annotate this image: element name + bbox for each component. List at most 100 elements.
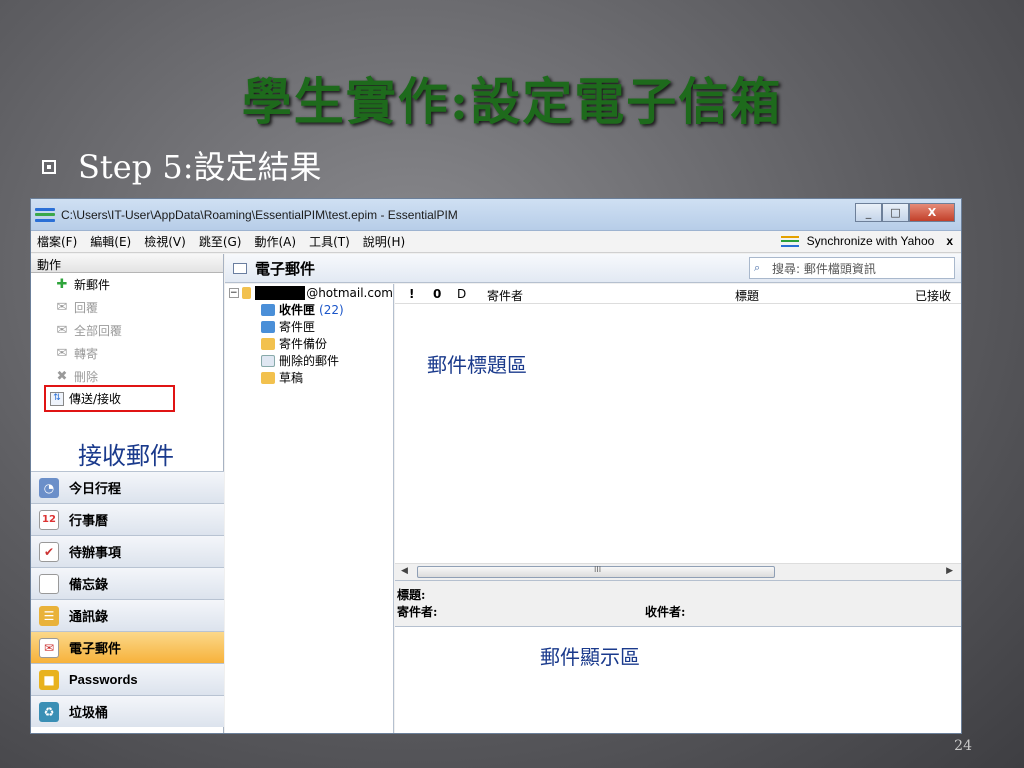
action-pane-header: 動作: [31, 254, 223, 273]
close-button[interactable]: X: [909, 203, 955, 222]
inbox-icon: [261, 303, 275, 316]
search-placeholder: 搜尋: 郵件檔頭資訊: [772, 261, 876, 276]
folder-tree: − @hotmail.com 收件匣 (22) 寄件匣 寄件備份 刪除的郵件 草…: [225, 284, 394, 733]
calendar-icon: 12: [39, 509, 59, 530]
nav-today[interactable]: ◔ 今日行程: [31, 471, 224, 503]
menu-edit[interactable]: 編輯(E): [90, 233, 131, 250]
nav-passwords-label: Passwords: [69, 672, 138, 687]
col-subject[interactable]: 標題: [735, 287, 759, 304]
plus-icon: ✚: [56, 277, 68, 292]
preview-to-label: 收件者:: [645, 605, 686, 619]
folder-deleted[interactable]: 刪除的郵件: [225, 352, 393, 369]
nav-mail-label: 電子郵件: [69, 642, 122, 657]
reply-icon: ✉: [56, 300, 68, 315]
deleted-label: 刪除的郵件: [279, 354, 340, 368]
send-receive-icon: ⇅: [50, 391, 64, 406]
envelope-icon: [233, 262, 247, 274]
scroll-right-icon[interactable]: ▶: [946, 566, 953, 576]
col-attachment[interactable]: 0: [433, 287, 441, 301]
nav-todo[interactable]: ✔ 待辦事項: [31, 535, 224, 567]
scroll-left-icon[interactable]: ◀: [401, 566, 408, 576]
folder-inbox[interactable]: 收件匣 (22): [225, 301, 393, 318]
deleted-icon: [261, 354, 275, 367]
collapse-icon[interactable]: −: [229, 287, 239, 298]
menu-action[interactable]: 動作(A): [254, 233, 296, 250]
reply-button[interactable]: ✉ 回覆: [31, 296, 223, 319]
menu-view[interactable]: 檢視(V): [144, 233, 186, 250]
mail-header-title: 電子郵件: [255, 259, 316, 278]
reply-all-icon: ✉: [56, 323, 68, 338]
delete-icon: ✖: [56, 369, 68, 384]
new-mail-label: 新郵件: [74, 278, 111, 292]
message-list: ! 0 D 寄件者 標題 已接收 郵件標題區 ◀ III ▶: [395, 284, 961, 581]
account-suffix: @hotmail.com: [306, 285, 393, 300]
column-headers: ! 0 D 寄件者 標題 已接收: [395, 284, 961, 304]
outbox-icon: [261, 320, 275, 333]
nav-trash[interactable]: ♻ 垃圾桶: [31, 695, 224, 727]
nav-contacts-label: 通訊錄: [69, 610, 109, 625]
forward-label: 轉寄: [74, 347, 99, 361]
mail-header: 電子郵件 ⌕ 搜尋: 郵件檔頭資訊: [225, 254, 961, 283]
preview-subject-label: 標題:: [397, 588, 426, 602]
forward-icon: ✉: [56, 346, 68, 361]
drafts-label: 草稿: [279, 371, 304, 385]
nav-calendar-label: 行事曆: [69, 514, 109, 529]
draft-icon: [261, 371, 275, 384]
title-bar: C:\Users\IT-User\AppData\Roaming\Essenti…: [31, 199, 961, 231]
sync-label[interactable]: Synchronize with Yahoo: [807, 234, 935, 248]
action-pane: 動作 ✚ 新郵件 ✉ 回覆 ✉ 全部回覆 ✉ 轉寄 ✖ 刪除 ⇅ 傳送/接收 接…: [31, 254, 224, 733]
horizontal-scrollbar[interactable]: ◀ III ▶: [395, 563, 961, 580]
nav-today-label: 今日行程: [69, 482, 122, 497]
sync-yahoo[interactable]: Synchronize with Yahoo x: [780, 234, 953, 248]
preview-header: 標題: 寄件者: 收件者:: [395, 583, 961, 625]
outbox-label: 寄件匣: [279, 320, 316, 334]
folder-icon: [241, 286, 252, 299]
slide-title: 學生實作:設定電子信箱: [241, 72, 783, 131]
col-importance[interactable]: !: [409, 287, 414, 301]
menu-bar: 檔案(F) 編輯(E) 檢視(V) 跳至(G) 動作(A) 工具(T) 說明(H…: [31, 231, 961, 253]
nav-notes-label: 備忘錄: [69, 578, 109, 593]
scroll-grip: III: [594, 565, 602, 574]
nav-passwords[interactable]: ■ Passwords: [31, 663, 224, 695]
page-number: 24: [954, 738, 972, 754]
app-icon: [35, 207, 55, 222]
new-mail-button[interactable]: ✚ 新郵件: [31, 273, 223, 296]
scroll-thumb[interactable]: III: [417, 565, 775, 578]
menu-help[interactable]: 說明(H): [363, 233, 405, 250]
contacts-icon: ☰: [39, 605, 59, 626]
preview-pane: 郵件顯示區: [395, 626, 961, 733]
nav-mail[interactable]: ✉ 電子郵件: [31, 631, 224, 663]
reply-label: 回覆: [74, 301, 99, 315]
search-input[interactable]: ⌕ 搜尋: 郵件檔頭資訊: [749, 257, 955, 279]
search-icon: ⌕: [754, 261, 761, 274]
col-sender[interactable]: 寄件者: [487, 287, 523, 304]
minimize-button[interactable]: _: [855, 203, 882, 222]
notepad-icon: [39, 573, 59, 594]
folder-drafts[interactable]: 草稿: [225, 369, 393, 386]
sent-icon: [261, 337, 275, 350]
checklist-icon: ✔: [39, 541, 59, 562]
maximize-button[interactable]: □: [882, 203, 909, 222]
nav-notes[interactable]: 備忘錄: [31, 567, 224, 599]
essentialpim-window: C:\Users\IT-User\AppData\Roaming\Essenti…: [30, 198, 962, 734]
folder-outbox[interactable]: 寄件匣: [225, 318, 393, 335]
nav-todo-label: 待辦事項: [69, 546, 122, 561]
window-title: C:\Users\IT-User\AppData\Roaming\Essenti…: [61, 207, 458, 222]
col-received[interactable]: 已接收: [915, 287, 951, 304]
inbox-count: (22): [319, 302, 344, 317]
nav-calendar[interactable]: 12 行事曆: [31, 503, 224, 535]
menu-goto[interactable]: 跳至(G): [199, 233, 242, 250]
nav-contacts[interactable]: ☰ 通訊錄: [31, 599, 224, 631]
send-receive-button[interactable]: ⇅ 傳送/接收: [44, 385, 175, 412]
menu-tools[interactable]: 工具(T): [309, 233, 350, 250]
reply-all-label: 全部回覆: [74, 324, 123, 338]
reply-all-button[interactable]: ✉ 全部回覆: [31, 319, 223, 342]
sync-close-button[interactable]: x: [946, 234, 953, 248]
folder-sent[interactable]: 寄件備份: [225, 335, 393, 352]
col-type[interactable]: D: [457, 287, 466, 301]
account-node[interactable]: − @hotmail.com: [225, 284, 393, 301]
sent-label: 寄件備份: [279, 337, 328, 351]
menu-file[interactable]: 檔案(F): [37, 233, 77, 250]
forward-button[interactable]: ✉ 轉寄: [31, 342, 223, 365]
mail-icon: ✉: [39, 637, 59, 658]
